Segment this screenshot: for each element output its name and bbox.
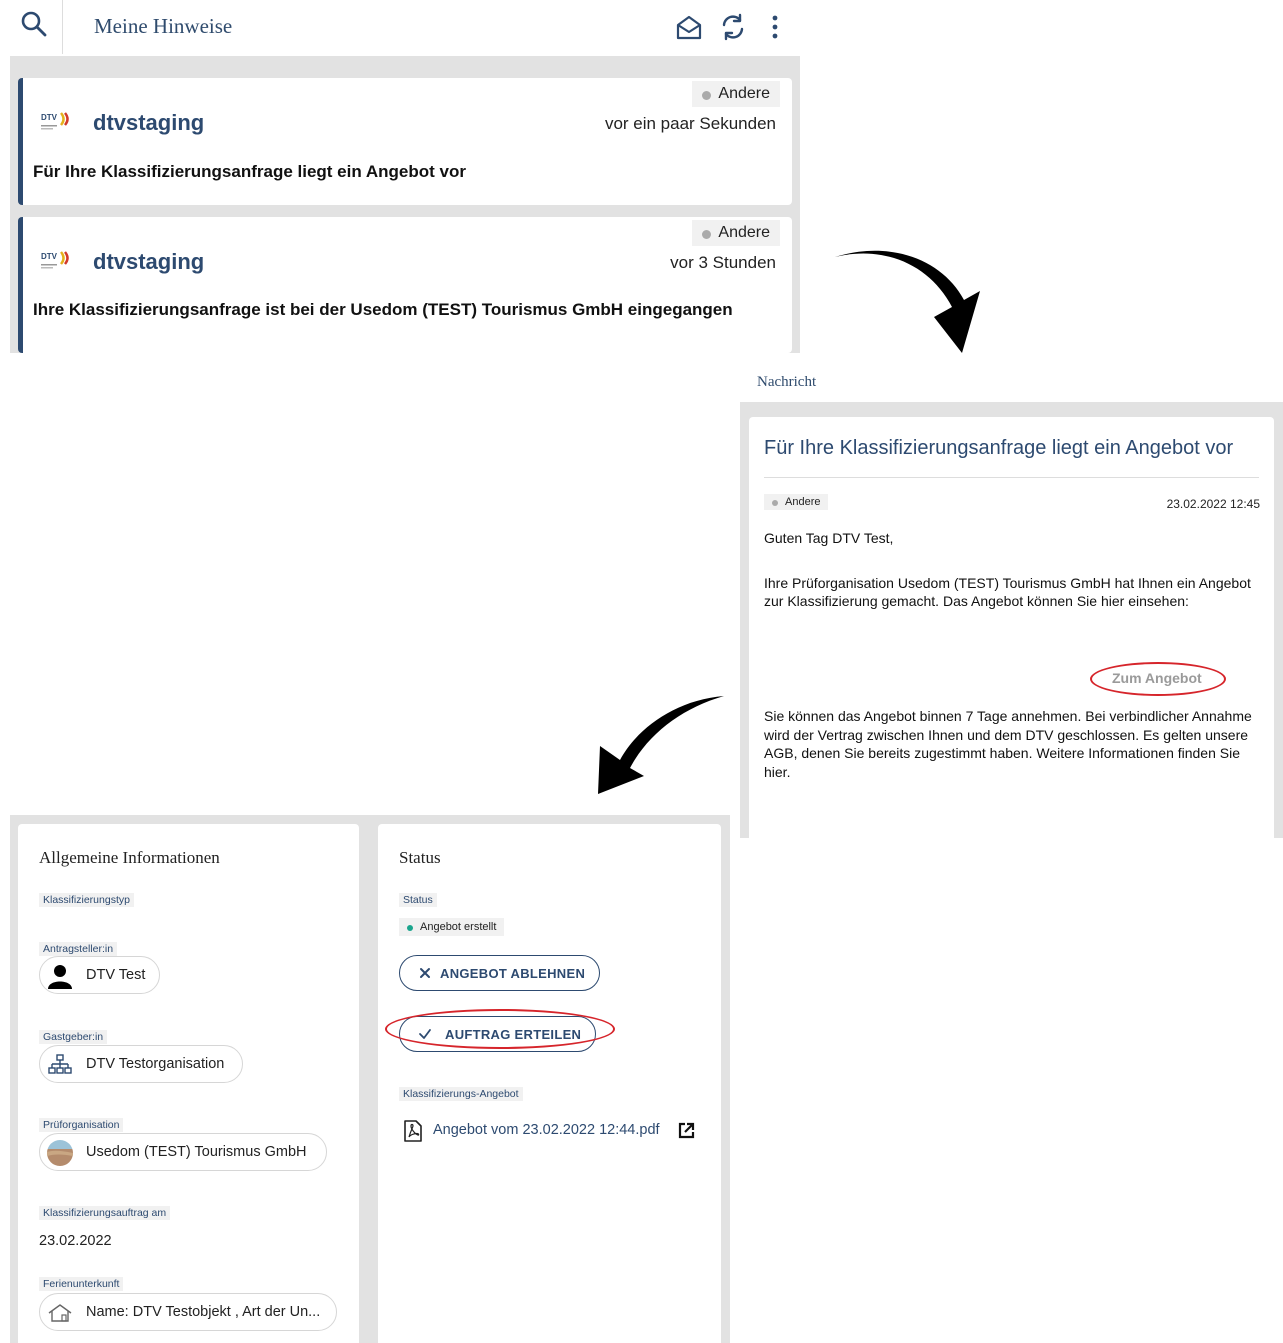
property-chip[interactable]: Name: DTV Testobjekt , Art der Un... — [39, 1293, 337, 1331]
field-label: Prüforganisation — [39, 1118, 124, 1132]
category-dot-icon — [702, 91, 712, 100]
decline-offer-button[interactable]: ANGEBOT ABLEHNEN — [399, 955, 600, 991]
message-paragraph: Ihre Prüforganisation Usedom (TEST) Tour… — [764, 575, 1251, 609]
arrow-down-left-icon — [598, 696, 724, 794]
notifications-panel: Meine Hinweise Andere DTV dtvstaging vor… — [10, 0, 800, 353]
notification-time: vor 3 Stunden — [670, 253, 776, 272]
inspector-chip[interactable]: Usedom (TEST) Tourismus GmbH — [39, 1133, 327, 1171]
dtv-logo-icon: DTV — [41, 112, 69, 130]
status-badge: Angebot erstellt — [399, 918, 505, 936]
message-date: 23.02.2022 12:45 — [1166, 497, 1260, 511]
refresh-icon[interactable] — [718, 12, 748, 42]
person-icon — [48, 965, 72, 989]
notification-time: vor ein paar Sekunden — [604, 114, 776, 133]
category-dot-icon — [772, 500, 778, 506]
order-date-value: 23.02.2022 — [39, 1233, 112, 1249]
beach-photo-avatar — [47, 1140, 73, 1166]
category-badge: Andere — [692, 220, 780, 246]
notification-item[interactable]: Andere DTV dtvstaging vor 3 Stunden Ihre… — [18, 217, 792, 353]
field-label: Klassifizierungs-Angebot — [399, 1087, 523, 1101]
request-detail-panel: Allgemeine Informationen Klassifizierung… — [10, 815, 730, 1343]
category-dot-icon — [702, 230, 712, 239]
status-dot-icon — [407, 925, 413, 931]
message-title: Für Ihre Klassifizierungsanfrage liegt e… — [764, 437, 1234, 459]
header-divider — [62, 0, 63, 54]
arrow-down-right-icon — [835, 250, 980, 353]
more-vertical-icon[interactable] — [760, 12, 790, 42]
notification-sender: dtvstaging — [93, 249, 205, 274]
message-divider — [764, 477, 1259, 478]
notifications-list: Andere DTV dtvstaging vor ein paar Sekun… — [10, 56, 800, 353]
notifications-header: Meine Hinweise — [10, 0, 800, 56]
highlight-circle — [1090, 662, 1226, 696]
message-greeting: Guten Tag DTV Test, — [764, 530, 894, 546]
applicant-chip[interactable]: DTV Test — [39, 956, 160, 994]
field-label: Klassifizierungsauftrag am — [39, 1206, 171, 1220]
category-badge: Andere — [764, 494, 829, 510]
field-label: Gastgeber:in — [39, 1030, 108, 1044]
category-badge: Andere — [692, 81, 780, 107]
host-chip[interactable]: DTV Testorganisation — [39, 1045, 243, 1083]
svg-text:DTV: DTV — [41, 252, 58, 261]
field-label: Klassifizierungstyp — [39, 893, 134, 907]
message-panel: Für Ihre Klassifizierungsanfrage liegt e… — [740, 402, 1283, 838]
field-label: Status — [399, 893, 437, 907]
search-icon[interactable] — [20, 10, 48, 38]
envelope-open-icon[interactable] — [674, 12, 704, 42]
svg-text:DTV: DTV — [41, 113, 58, 122]
close-icon — [420, 968, 430, 978]
page-title: Meine Hinweise — [94, 14, 233, 38]
message-paragraph: Sie können das Angebot binnen 7 Tage ann… — [764, 708, 1252, 780]
message-card: Für Ihre Klassifizierungsanfrage liegt e… — [749, 417, 1274, 838]
field-label: Antragsteller:in — [39, 942, 118, 956]
general-info-card: Allgemeine Informationen Klassifizierung… — [18, 824, 359, 1343]
pdf-file-icon — [404, 1120, 422, 1142]
notification-item[interactable]: Andere DTV dtvstaging vor ein paar Sekun… — [18, 78, 792, 205]
notification-sender: dtvstaging — [93, 110, 205, 135]
highlight-circle — [385, 1009, 615, 1049]
message-panel-label: Nachricht — [757, 374, 817, 390]
offer-pdf-link[interactable]: Angebot vom 23.02.2022 12:44.pdf — [433, 1122, 660, 1138]
dtv-logo-icon: DTV — [41, 251, 69, 269]
house-icon — [48, 1304, 72, 1322]
external-link-icon[interactable] — [678, 1122, 695, 1139]
card-title: Allgemeine Informationen — [39, 848, 220, 867]
card-title: Status — [399, 848, 441, 867]
org-chart-icon — [48, 1054, 72, 1074]
notification-text: Für Ihre Klassifizierungsanfrage liegt e… — [33, 162, 466, 181]
field-label: Ferienunterkunft — [39, 1277, 124, 1291]
status-card: Status Status Angebot erstellt ANGEBOT A… — [378, 824, 721, 1343]
notification-text: Ihre Klassifizierungsanfrage ist bei der… — [33, 300, 733, 319]
